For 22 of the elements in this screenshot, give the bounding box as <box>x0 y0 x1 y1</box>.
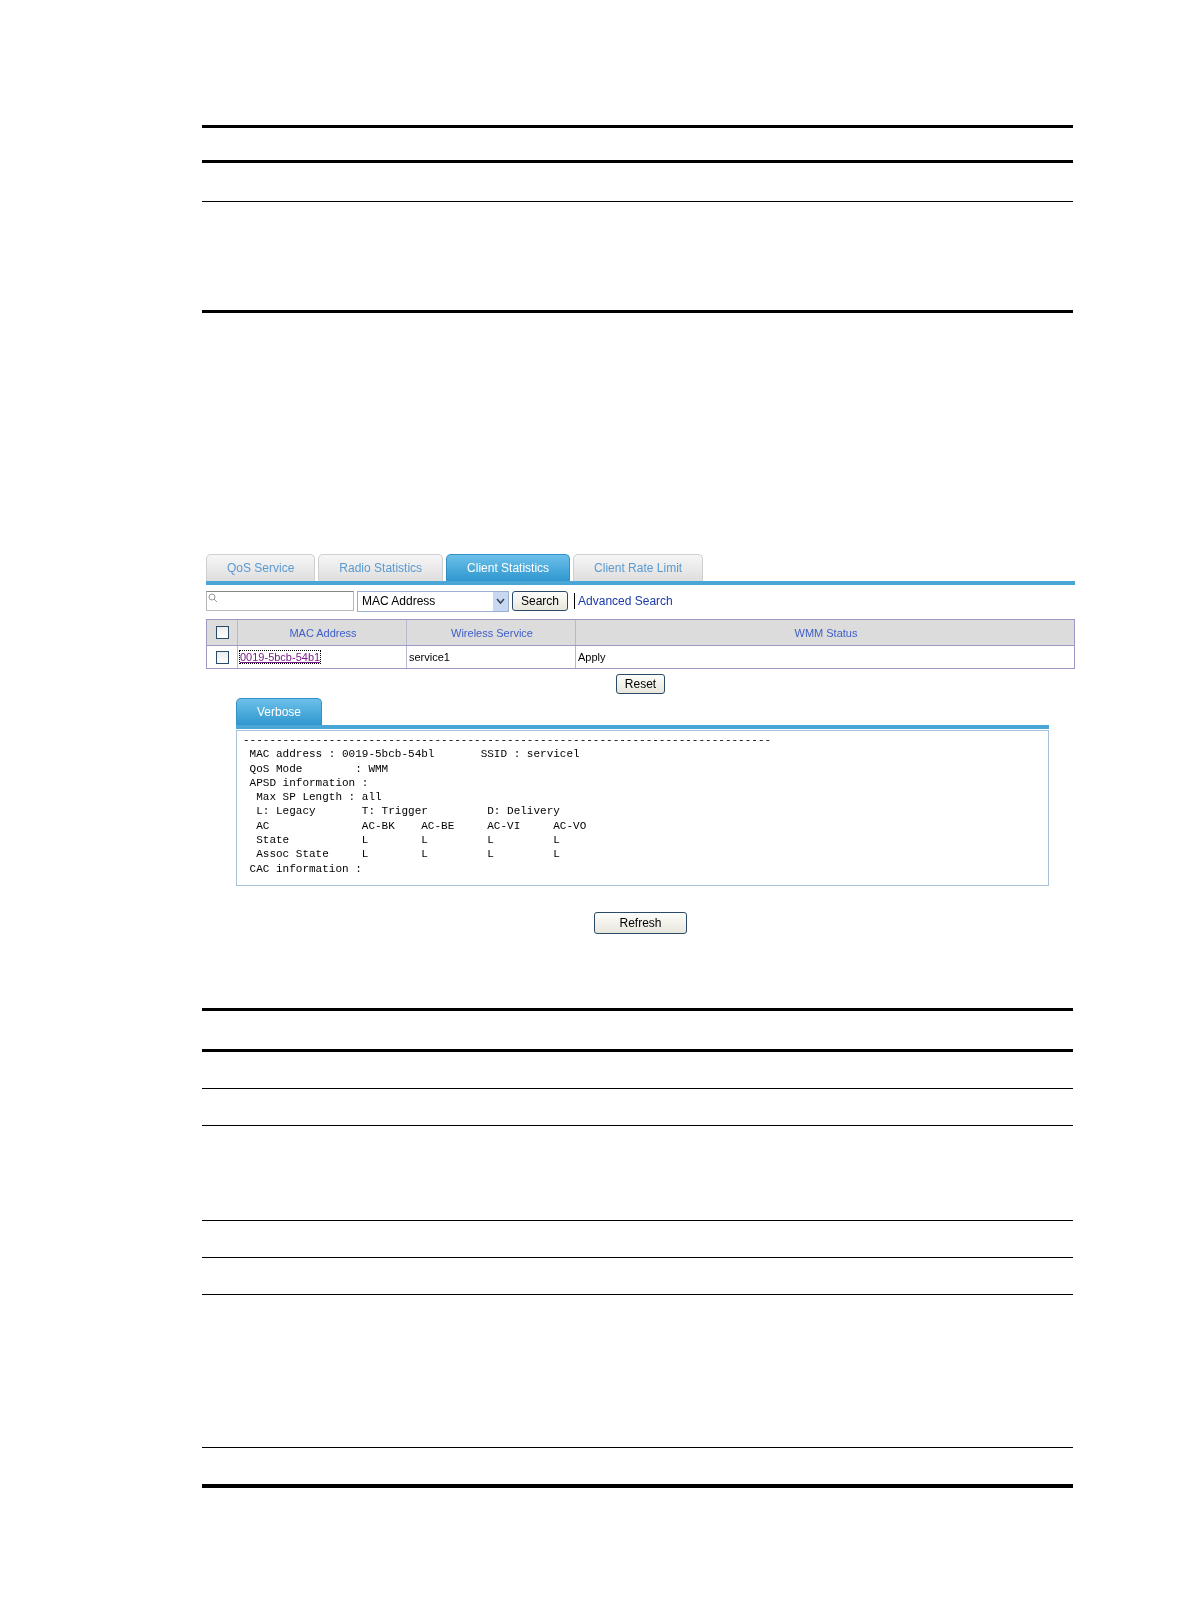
reset-button[interactable]: Reset <box>615 674 666 694</box>
output-line: CAC information : <box>248 861 363 876</box>
output-line: State L L L L <box>255 833 561 848</box>
refresh-button[interactable]: Refresh <box>594 912 687 934</box>
output-line: -------------------------------------------------------------------------------- <box>243 733 773 748</box>
select-all-checkbox[interactable] <box>215 626 229 639</box>
table-cell: Apply <box>578 651 606 663</box>
output-line: Assoc State L L L L <box>255 847 561 862</box>
output-line: AC AC-BK AC-BE AC-VI AC-VO <box>255 818 588 834</box>
advanced-search-link[interactable]: Advanced Search <box>578 594 673 608</box>
output-line: MAC address : 0019-5bcb-54bl SSID : servicel <box>248 747 581 762</box>
row-checkbox[interactable] <box>215 650 229 664</box>
output-line: L: Legacy T: Trigger D: Delivery <box>255 804 561 819</box>
output-line: QoS Mode : WMM <box>248 761 390 776</box>
output-line: APSD information : <box>248 775 370 791</box>
mac-address-link[interactable]: 0019-5bcb-54b1 <box>240 651 321 663</box>
search-button[interactable]: Search <box>512 591 569 611</box>
field-dropdown[interactable]: MAC Address <box>357 590 509 612</box>
search-icon <box>208 593 218 603</box>
output-line: Max SP Length : all <box>255 790 383 805</box>
search-field[interactable] <box>206 591 354 611</box>
table-cell: service1 <box>409 651 450 663</box>
